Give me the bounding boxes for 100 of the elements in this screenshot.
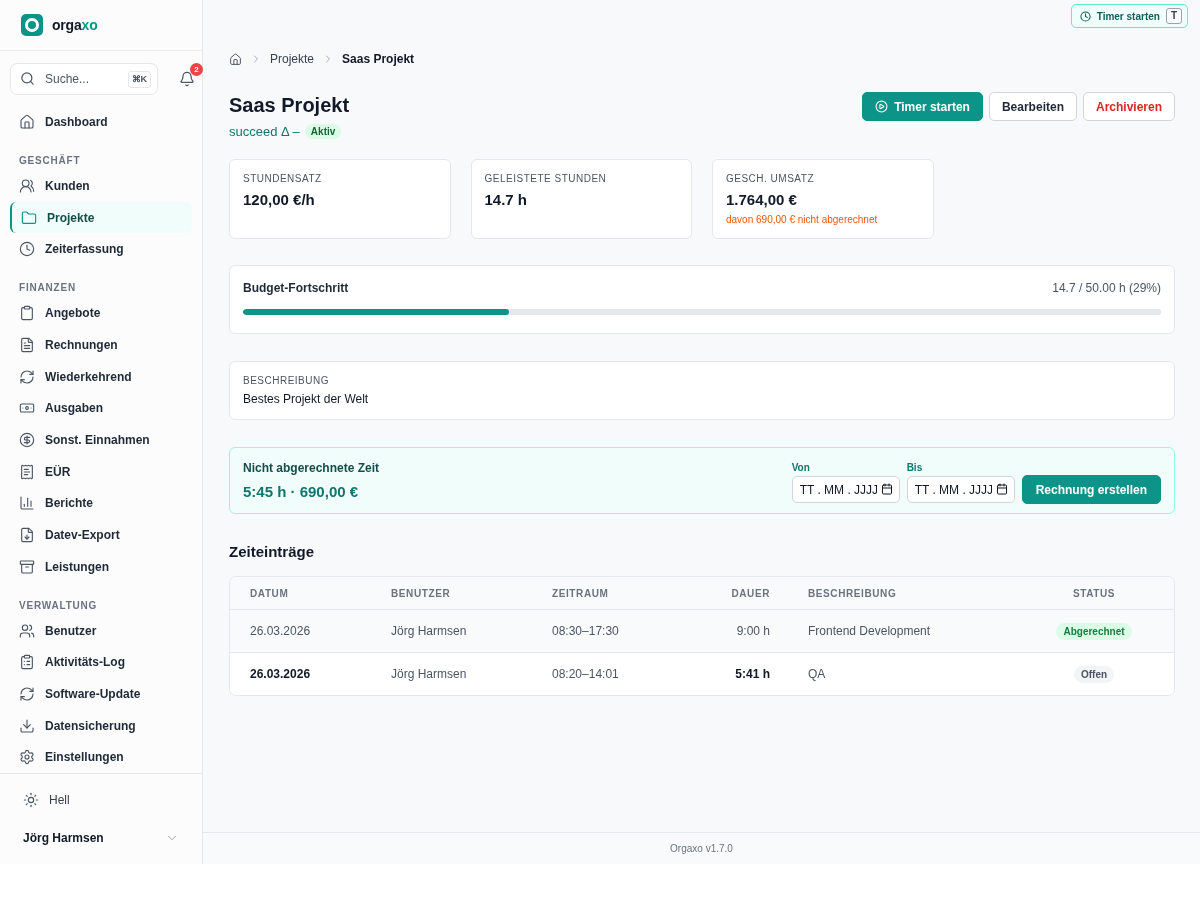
column-header: STATUS: [1071, 587, 1117, 599]
stat-label: GESCH. UMSATZ: [726, 172, 815, 186]
sidebar-item[interactable]: Projekte: [10, 201, 192, 234]
timer-start-button[interactable]: Timer starten: [862, 92, 983, 121]
stat-label: STUNDENSATZ: [243, 172, 323, 186]
table-cell-text: 5:41 h: [734, 667, 770, 681]
shortcut-key: ⌘K: [127, 71, 151, 88]
calendar-icon: [880, 483, 893, 495]
sidebar-item[interactable]: Aktivitäts-Log: [8, 646, 192, 679]
section-title: Zeiteinträge: [229, 542, 316, 562]
settings-icon: [19, 749, 35, 766]
sidebar-item[interactable]: Benutzer: [8, 614, 192, 647]
logo-text: orgaxo: [52, 17, 98, 33]
stat-value: 1.764,00 €: [726, 190, 798, 210]
bar-chart-icon: [19, 495, 35, 512]
stat-value: 14.7 h: [484, 190, 529, 210]
theme-toggle[interactable]: Hell: [10, 784, 192, 817]
table-cell-text: 08:20–14:01: [552, 667, 620, 681]
stat-note: davon 690,00 € nicht abgerechnet: [726, 214, 879, 226]
description-label: BESCHREIBUNG: [243, 374, 330, 388]
users-icon: [19, 177, 35, 194]
table-cell-text: 26.03.2026: [250, 624, 312, 638]
date-field[interactable]: TT . MM . JJJJ: [791, 476, 900, 503]
sidebar-item[interactable]: Rechnungen: [8, 329, 192, 361]
page-title: Saas Projekt: [229, 93, 350, 118]
refresh-icon: [19, 686, 35, 703]
file-download-icon: [19, 527, 35, 543]
table-cell-text: Jörg Harmsen: [391, 624, 468, 638]
sidebar-item[interactable]: Angebote: [8, 297, 192, 330]
table-cell-text: QA: [807, 667, 827, 681]
sidebar-item[interactable]: Einstellungen: [8, 741, 192, 774]
column-header: BESCHREIBUNG: [807, 587, 898, 599]
version-text: Orgaxo v1.7.0: [670, 843, 733, 854]
sidebar-item[interactable]: Zeiterfassung: [8, 233, 192, 266]
budget-reading: 14.7 / 50.00 h (29%): [1052, 281, 1161, 295]
sidebar-item[interactable]: Datensicherung: [8, 709, 192, 742]
nav-section-heading: FINANZEN: [18, 281, 77, 296]
sidebar-item[interactable]: Software-Update: [8, 678, 192, 710]
logo-icon: [21, 14, 43, 36]
folder-icon: [21, 209, 37, 226]
sidebar-item[interactable]: Sonst. Einnahmen: [8, 424, 192, 456]
clipboard-icon: [19, 305, 35, 322]
description-text: Bestes Projekt der Welt: [243, 392, 370, 406]
column-header: ZEITRAUM: [552, 587, 610, 599]
sidebar-item[interactable]: Dashboard: [8, 106, 192, 138]
table-cell-text: 26.03.2026: [250, 667, 312, 681]
calendar-icon: [995, 483, 1008, 495]
users-icon: [19, 622, 35, 639]
date-label: Von: [791, 462, 811, 473]
notification-badge: 2: [190, 63, 203, 76]
user-name: Jörg Harmsen: [23, 831, 104, 846]
sidebar-item[interactable]: Wiederkehrend: [8, 360, 192, 393]
home-icon: [19, 113, 35, 130]
sidebar-item[interactable]: Ausgaben: [8, 392, 192, 425]
bell-icon[interactable]: [179, 71, 195, 87]
sidebar-item[interactable]: Kunden: [8, 170, 192, 202]
unbilled-summary: 5:45 h · 690,00 €: [243, 483, 360, 500]
status-badge: Aktiv: [304, 123, 342, 139]
table-cell-text: 08:30–17:30: [552, 624, 620, 638]
clipboard-list-icon: [19, 654, 35, 671]
table-cell-text: 9:00 h: [735, 624, 770, 638]
timer-button[interactable]: Timer starten T: [1070, 4, 1188, 28]
table-cell-text: Frontend Development: [807, 624, 932, 638]
dollar-coin-icon: [19, 431, 35, 448]
home-icon[interactable]: [229, 52, 242, 66]
clock-icon: [19, 241, 35, 258]
edit-button[interactable]: Bearbeiten: [988, 92, 1077, 121]
nav-section-heading: VERWALTUNG: [18, 598, 99, 613]
breadcrumb-link[interactable]: Projekte: [270, 52, 315, 66]
shortcut-key: T: [1165, 8, 1182, 24]
breadcrumb-current: Saas Projekt: [342, 52, 415, 66]
receipt-icon: [19, 463, 35, 480]
stat-label: GELEISTETE STUNDEN: [484, 172, 608, 186]
column-header: DATUM: [250, 587, 290, 599]
play-circle-icon: [875, 100, 889, 113]
nav-section-heading: GESCHÄFT: [18, 153, 82, 168]
document-icon: [19, 336, 35, 353]
clock-icon: [1079, 10, 1091, 22]
create-invoice-button[interactable]: Rechnung erstellen: [1021, 475, 1161, 504]
search-icon: [20, 71, 35, 86]
sun-icon: [23, 792, 39, 809]
archive-icon: [19, 558, 35, 575]
archive-button[interactable]: Archivieren: [1082, 92, 1175, 121]
budget-title: Budget-Fortschritt: [243, 281, 349, 295]
date-label: Bis: [906, 462, 924, 473]
status-badge: Offen: [1073, 665, 1115, 683]
status-badge: Abgerechnet: [1056, 622, 1132, 640]
download-icon: [19, 717, 35, 734]
sidebar-item[interactable]: Berichte: [8, 487, 192, 520]
sidebar-item[interactable]: EÜR: [8, 455, 192, 488]
project-subtitle: succeed Δ –: [229, 123, 300, 139]
unbilled-title: Nicht abgerechnete Zeit: [243, 461, 380, 475]
date-field[interactable]: TT . MM . JJJJ: [906, 476, 1015, 503]
column-header: DAUER: [730, 587, 770, 599]
refresh-icon: [19, 368, 35, 385]
column-header: BENUTZER: [391, 587, 452, 599]
sidebar-item[interactable]: Leistungen: [8, 550, 192, 583]
table-cell-text: Jörg Harmsen: [391, 667, 468, 681]
sidebar-item[interactable]: Datev-Export: [8, 519, 192, 551]
stat-value: 120,00 €/h: [243, 190, 316, 210]
